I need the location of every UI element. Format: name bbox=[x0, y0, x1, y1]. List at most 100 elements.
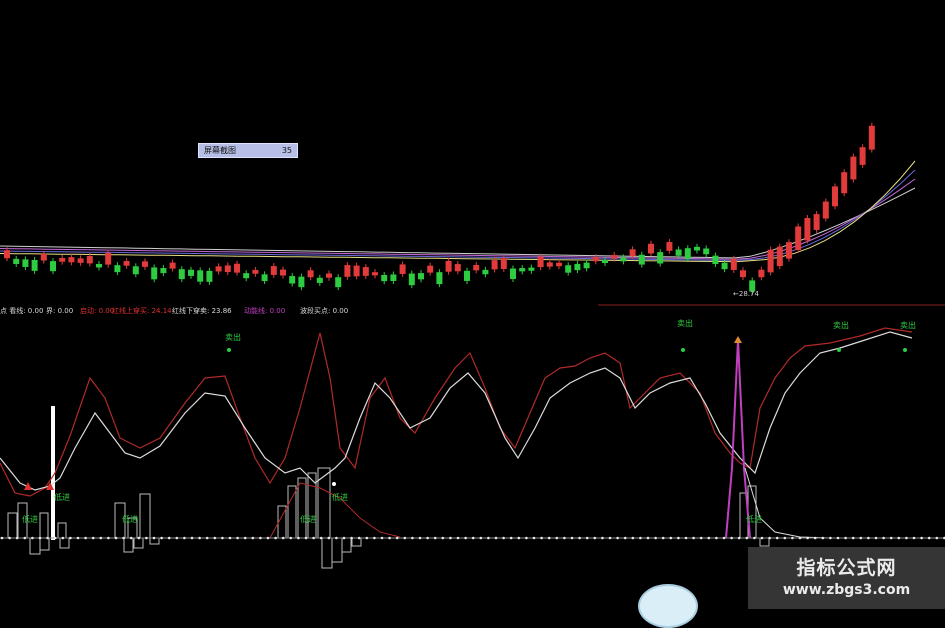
buy-dot bbox=[332, 482, 336, 486]
axis-dot bbox=[175, 536, 179, 540]
candles bbox=[4, 122, 875, 295]
screenshot-tooltip: 屏幕截图 35 bbox=[198, 143, 298, 158]
candle bbox=[4, 250, 10, 259]
candle bbox=[408, 273, 415, 286]
axis-dot bbox=[836, 536, 840, 540]
axis-dot bbox=[228, 536, 232, 540]
candle bbox=[730, 258, 737, 270]
legend-item-red-cross-buy: 红线上穿买: 24.14 bbox=[112, 307, 172, 315]
axis-dot bbox=[912, 536, 916, 540]
axis-dot bbox=[715, 536, 718, 540]
legend-item-momentum: 动能线: 0.00 bbox=[244, 307, 286, 315]
candle bbox=[537, 256, 544, 268]
candle bbox=[519, 268, 526, 272]
axis-dot bbox=[654, 536, 657, 540]
axis-dot bbox=[99, 536, 103, 540]
candle bbox=[151, 267, 158, 280]
candle bbox=[491, 260, 498, 270]
candle bbox=[611, 254, 618, 259]
candle bbox=[675, 249, 682, 256]
axis-dot bbox=[190, 536, 194, 540]
sell-signal-label: 卖出 bbox=[225, 332, 241, 342]
axis-dot bbox=[433, 536, 437, 540]
candle bbox=[86, 256, 93, 264]
candle bbox=[96, 264, 102, 268]
candle bbox=[59, 258, 66, 262]
candle bbox=[362, 267, 369, 276]
candle bbox=[261, 274, 268, 282]
axis-dot bbox=[578, 536, 581, 540]
indicator-red-line bbox=[0, 327, 913, 497]
axis-dot bbox=[851, 536, 855, 540]
candle bbox=[206, 270, 213, 282]
axis-dot bbox=[623, 536, 627, 540]
axis-dot bbox=[889, 536, 893, 540]
candle bbox=[712, 255, 719, 265]
candle bbox=[142, 261, 148, 267]
axis-dot bbox=[281, 536, 285, 540]
axis-dot bbox=[69, 536, 72, 540]
axis-dot bbox=[0, 536, 4, 540]
hist-bar bbox=[7, 512, 18, 539]
axis-dot bbox=[426, 536, 429, 540]
candle bbox=[464, 270, 470, 281]
indicator-white-decay bbox=[744, 467, 831, 539]
candle bbox=[114, 265, 121, 273]
axis-dot bbox=[684, 536, 688, 540]
candle bbox=[454, 264, 461, 272]
axis-dot bbox=[798, 536, 802, 540]
candle bbox=[160, 268, 167, 274]
axis-dot bbox=[243, 536, 247, 540]
legend-item-jie: 界: 0.00 bbox=[46, 307, 74, 315]
axis-dot bbox=[661, 536, 665, 540]
indicator-red-decay bbox=[269, 482, 401, 539]
candle bbox=[381, 274, 388, 282]
candle bbox=[298, 276, 305, 288]
legend-item-red-cross-sell: 红线下穿卖: 23.86 bbox=[172, 307, 232, 315]
axis-dot bbox=[388, 536, 391, 540]
hist-bar bbox=[317, 467, 331, 539]
axis-dot bbox=[46, 536, 49, 540]
hist-bar bbox=[39, 512, 49, 539]
hist-bar bbox=[139, 493, 151, 539]
sell-signal-dot bbox=[837, 348, 841, 352]
candle bbox=[418, 273, 424, 280]
candle bbox=[344, 265, 351, 277]
axis-dot bbox=[570, 536, 574, 540]
watermark-url: www.zbgs3.com bbox=[782, 582, 911, 598]
axis-dot bbox=[783, 536, 787, 540]
axis-dot bbox=[167, 536, 171, 540]
candle bbox=[307, 270, 314, 278]
axis-dot bbox=[38, 536, 42, 540]
axis-dot bbox=[730, 536, 733, 540]
axis-dot bbox=[76, 536, 80, 540]
axis-dot bbox=[403, 536, 407, 540]
axis-dot bbox=[874, 536, 878, 540]
hist-bar-neg bbox=[341, 537, 352, 553]
axis-dot bbox=[350, 536, 353, 540]
candle bbox=[234, 263, 240, 273]
axis-dot bbox=[669, 536, 673, 540]
candle bbox=[132, 266, 139, 275]
axis-dot bbox=[791, 536, 794, 540]
axis-dot bbox=[15, 536, 19, 540]
axis-dot bbox=[84, 536, 87, 540]
candle bbox=[721, 262, 728, 270]
axis-dot bbox=[61, 536, 65, 540]
axis-dot bbox=[129, 536, 133, 540]
axis-dot bbox=[31, 536, 34, 540]
axis-dot bbox=[593, 536, 597, 540]
axis-dot bbox=[479, 536, 483, 540]
hist-bar-neg bbox=[759, 537, 770, 547]
axis-dot bbox=[760, 536, 764, 540]
axis-dot bbox=[859, 536, 863, 540]
sell-signal-dot bbox=[903, 348, 907, 352]
candlestick-chart[interactable]: ←28.74 bbox=[0, 0, 945, 306]
axis-dot bbox=[585, 536, 589, 540]
candle bbox=[813, 214, 820, 230]
hist-bar-neg bbox=[59, 537, 70, 549]
candle bbox=[280, 269, 286, 276]
candle bbox=[657, 252, 664, 264]
candle bbox=[859, 147, 866, 165]
candle bbox=[243, 273, 250, 279]
